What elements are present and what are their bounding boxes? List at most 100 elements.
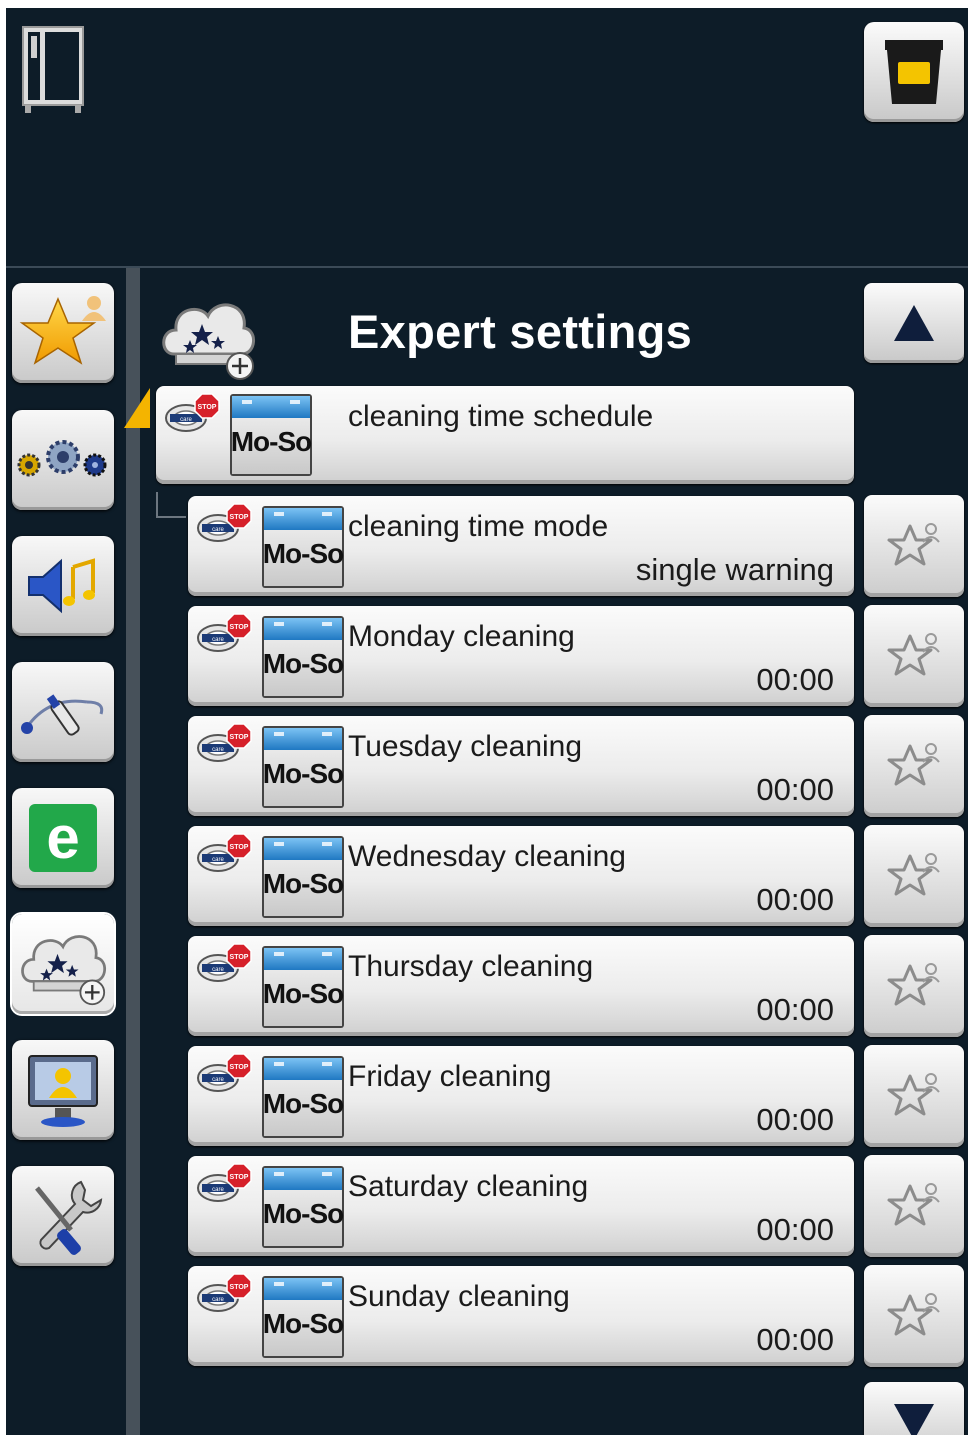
care-stop-icon (197, 723, 252, 762)
row-value: single warning (635, 552, 834, 587)
list-item-thursday-cleaning[interactable]: Mo-So Thursday cleaning 00:00 (188, 936, 854, 1036)
row-value: 00:00 (756, 882, 834, 917)
calendar-label: Mo-So (262, 1198, 345, 1229)
row-label: Tuesday cleaning (348, 730, 583, 763)
cup-icon (885, 40, 943, 104)
favorite-star-outline-icon (887, 742, 941, 786)
calendar-label: Mo-So (262, 1308, 345, 1339)
gears-icon (17, 440, 107, 477)
list-item-sunday-cleaning[interactable]: Mo-So Sunday cleaning 00:00 (188, 1266, 854, 1366)
calendar-label: Mo-So (262, 1088, 345, 1119)
care-stop-icon (197, 503, 252, 542)
row-label: Sunday cleaning (348, 1280, 570, 1313)
user-monitor-icon (28, 1055, 98, 1127)
probe-tool-icon (21, 694, 104, 736)
row-label: Friday cleaning (348, 1060, 552, 1093)
list-item-wednesday-cleaning[interactable]: Mo-So Wednesday cleaning 00:00 (188, 826, 854, 926)
favorite-star-outline-icon (887, 522, 941, 566)
favorite-star-outline-icon (887, 1072, 941, 1116)
calendar-mo-so-icon: Mo-So (260, 1164, 346, 1250)
care-stop-icon (197, 613, 252, 652)
svg-text:e: e (46, 804, 79, 871)
oven-control-screen: e Expert settings Mo-So cleaning time sc… (6, 8, 968, 1435)
sidebar-item-service[interactable] (12, 1166, 114, 1266)
row-value: 00:00 (756, 772, 834, 807)
calendar-label: Mo-So (230, 426, 313, 457)
efficiency-e-icon: e (29, 804, 97, 872)
list-item-friday-cleaning[interactable]: Mo-So Friday cleaning 00:00 (188, 1046, 854, 1146)
add-favorite-button[interactable] (864, 495, 964, 597)
expanded-marker (124, 388, 152, 430)
add-favorite-button[interactable] (864, 1265, 964, 1367)
service-tools-icon (35, 1180, 103, 1255)
add-favorite-button[interactable] (864, 825, 964, 927)
scroll-down-button[interactable] (864, 1382, 964, 1435)
calendar-label: Mo-So (262, 868, 345, 899)
row-value: 00:00 (756, 1102, 834, 1137)
calendar-mo-so-icon: Mo-So (260, 944, 346, 1030)
care-stop-icon (197, 1053, 252, 1092)
calendar-label: Mo-So (262, 538, 345, 569)
speaker-music-icon (28, 558, 95, 614)
cup-button[interactable] (864, 22, 964, 122)
calendar-mo-so-icon: Mo-So (260, 504, 346, 590)
expert-settings-cloud-stars-icon (156, 288, 260, 382)
favorite-star-outline-icon (887, 852, 941, 896)
list-item-tuesday-cleaning[interactable]: Mo-So Tuesday cleaning 00:00 (188, 716, 854, 816)
care-stop-icon (197, 1273, 252, 1312)
calendar-mo-so-icon: Mo-So (260, 834, 346, 920)
row-value: 00:00 (756, 992, 834, 1027)
row-label: Saturday cleaning (348, 1170, 589, 1203)
calendar-mo-so-icon: Mo-So (260, 724, 346, 810)
sidebar-item-settings-gears[interactable] (12, 410, 114, 510)
row-value: 00:00 (756, 662, 834, 697)
favorite-star-outline-icon (887, 962, 941, 1006)
calendar-mo-so-icon: Mo-So (260, 1054, 346, 1140)
care-stop-icon (165, 393, 220, 432)
row-label: Monday cleaning (348, 620, 575, 653)
list-item-cleaning-time-schedule[interactable]: Mo-So cleaning time schedule (156, 386, 854, 484)
row-label: Thursday cleaning (348, 950, 594, 983)
tree-connector (156, 492, 186, 518)
scroll-up-button[interactable] (864, 283, 964, 363)
care-stop-icon (197, 943, 252, 982)
add-favorite-button[interactable] (864, 1045, 964, 1147)
list-item-saturday-cleaning[interactable]: Mo-So Saturday cleaning 00:00 (188, 1156, 854, 1256)
arrow-down-icon (894, 1404, 934, 1435)
sidebar-item-user-monitor[interactable] (12, 1040, 114, 1140)
list-item-cleaning-time-mode[interactable]: Mo-So cleaning time mode single warning (188, 496, 854, 596)
calendar-mo-so-icon: Mo-So (228, 392, 314, 478)
row-value: 00:00 (756, 1322, 834, 1357)
header-divider (6, 266, 968, 268)
row-label: cleaning time mode (348, 510, 609, 543)
favorite-star-outline-icon (887, 632, 941, 676)
favorite-star-outline-icon (887, 1292, 941, 1336)
sidebar-item-sound[interactable] (12, 536, 114, 636)
calendar-mo-so-icon: Mo-So (260, 614, 346, 700)
add-favorite-button[interactable] (864, 935, 964, 1037)
sidebar-item-favorites[interactable] (12, 283, 114, 383)
calendar-mo-so-icon: Mo-So (260, 1274, 346, 1360)
list-item-monday-cleaning[interactable]: Mo-So Monday cleaning 00:00 (188, 606, 854, 706)
combi-oven-icon[interactable] (20, 24, 86, 114)
add-favorite-button[interactable] (864, 1155, 964, 1257)
care-stop-icon (197, 1163, 252, 1202)
care-stop-icon (197, 833, 252, 872)
sidebar-item-probe[interactable] (12, 662, 114, 762)
row-label: Wednesday cleaning (348, 840, 626, 873)
page-title: Expert settings (348, 305, 693, 358)
favorites-star-user-icon (19, 296, 106, 365)
sidebar-rail (126, 268, 140, 1435)
calendar-label: Mo-So (262, 758, 345, 789)
calendar-label: Mo-So (262, 978, 345, 1009)
row-value: 00:00 (756, 1212, 834, 1247)
expert-settings-cloud-stars-icon (21, 935, 107, 1006)
favorite-star-outline-icon (887, 1182, 941, 1226)
arrow-up-icon (894, 305, 934, 341)
sidebar-item-expert-settings[interactable] (12, 914, 114, 1014)
calendar-label: Mo-So (262, 648, 345, 679)
add-favorite-button[interactable] (864, 605, 964, 707)
sidebar-item-efficiency[interactable]: e (12, 788, 114, 888)
row-label: cleaning time schedule (348, 400, 654, 433)
add-favorite-button[interactable] (864, 715, 964, 817)
